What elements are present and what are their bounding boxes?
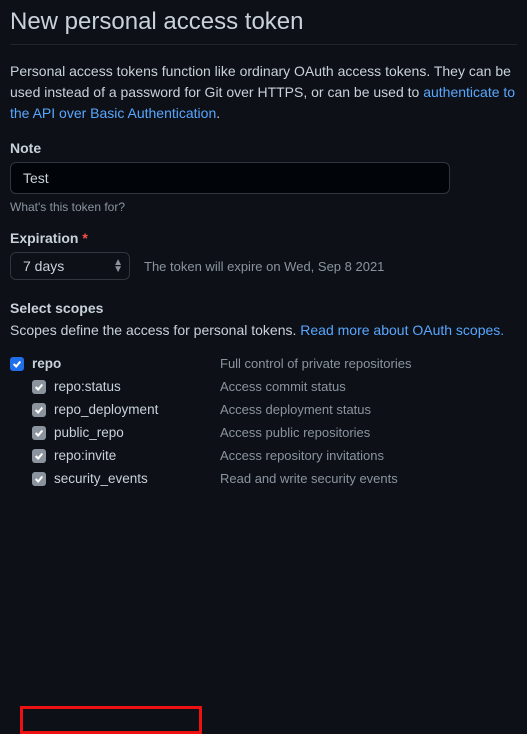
- scope-label[interactable]: security_events: [54, 471, 148, 486]
- highlight-annotation: [20, 706, 202, 734]
- scopes-list: repo Full control of private repositories…: [10, 352, 517, 490]
- scope-checkbox-public_repo[interactable]: [32, 426, 46, 440]
- desc-suffix: .: [216, 105, 220, 121]
- scope-description: Full control of private repositories: [220, 352, 411, 375]
- scope-description: Read and write security events: [220, 467, 398, 490]
- page-title: New personal access token: [10, 8, 517, 45]
- expiration-select[interactable]: 7 days: [11, 253, 129, 279]
- scope-row-repo: repo Full control of private repositories: [10, 352, 517, 375]
- scope-row-security_events: security_events Read and write security e…: [10, 467, 517, 490]
- scope-label[interactable]: public_repo: [54, 425, 124, 440]
- scope-row-repo-status: repo:status Access commit status: [10, 375, 517, 398]
- scope-label[interactable]: repo_deployment: [54, 402, 158, 417]
- scope-row-repo-invite: repo:invite Access repository invitations: [10, 444, 517, 467]
- expiration-select-wrap[interactable]: 7 days ▲▼: [10, 252, 130, 280]
- scope-description: Access repository invitations: [220, 444, 384, 467]
- scope-checkbox-repo_deployment[interactable]: [32, 403, 46, 417]
- scope-label[interactable]: repo:invite: [54, 448, 116, 463]
- note-hint: What's this token for?: [10, 200, 517, 214]
- oauth-scopes-link[interactable]: Read more about OAuth scopes.: [300, 322, 504, 338]
- scope-description: Access commit status: [220, 375, 346, 398]
- scopes-description: Scopes define the access for personal to…: [10, 322, 517, 338]
- scope-checkbox-repo-invite[interactable]: [32, 449, 46, 463]
- note-label: Note: [10, 140, 517, 156]
- scope-description: Access deployment status: [220, 398, 371, 421]
- required-asterisk: *: [82, 230, 87, 246]
- page-description: Personal access tokens function like ord…: [10, 61, 517, 124]
- scope-description: Access public repositories: [220, 421, 370, 444]
- scope-checkbox-repo[interactable]: [10, 357, 24, 371]
- expiration-label: Expiration *: [10, 230, 517, 246]
- expiration-message: The token will expire on Wed, Sep 8 2021: [144, 259, 384, 274]
- scopes-title: Select scopes: [10, 300, 517, 316]
- note-input[interactable]: [10, 162, 450, 194]
- scope-checkbox-repo-status[interactable]: [32, 380, 46, 394]
- scope-label[interactable]: repo:status: [54, 379, 121, 394]
- scope-row-public_repo: public_repo Access public repositories: [10, 421, 517, 444]
- scope-row-repo_deployment: repo_deployment Access deployment status: [10, 398, 517, 421]
- scopes-desc-text: Scopes define the access for personal to…: [10, 322, 300, 338]
- scope-checkbox-security_events[interactable]: [32, 472, 46, 486]
- expiration-label-text: Expiration: [10, 230, 78, 246]
- scope-label[interactable]: repo: [32, 356, 61, 371]
